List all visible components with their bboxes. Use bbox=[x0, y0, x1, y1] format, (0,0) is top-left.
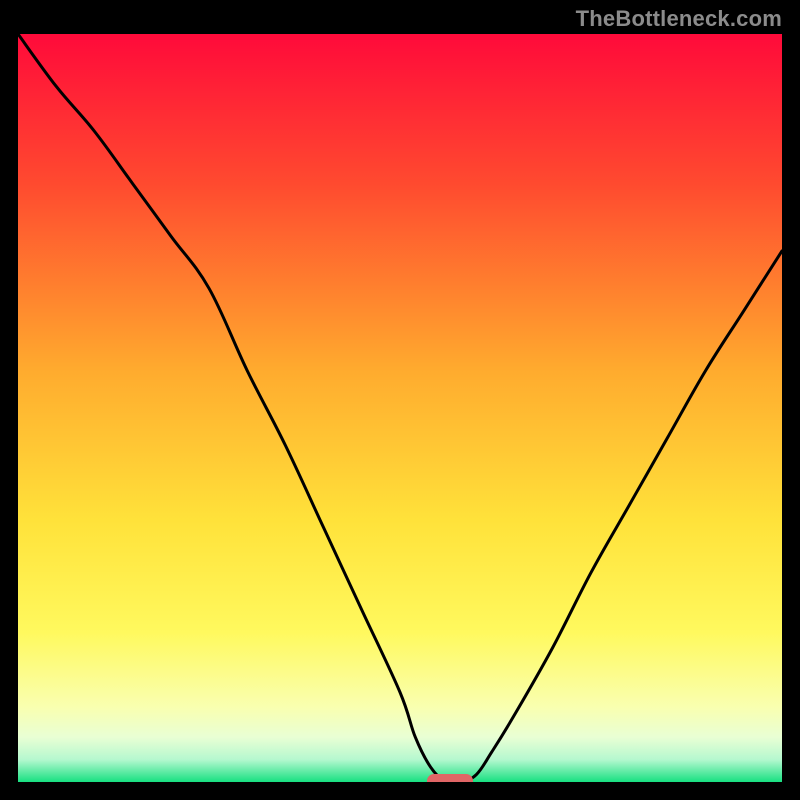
plot-area bbox=[18, 34, 782, 782]
optimal-marker bbox=[427, 774, 473, 782]
bottleneck-curve bbox=[18, 34, 782, 782]
chart-frame: TheBottleneck.com bbox=[0, 0, 800, 800]
watermark-text: TheBottleneck.com bbox=[576, 6, 782, 32]
